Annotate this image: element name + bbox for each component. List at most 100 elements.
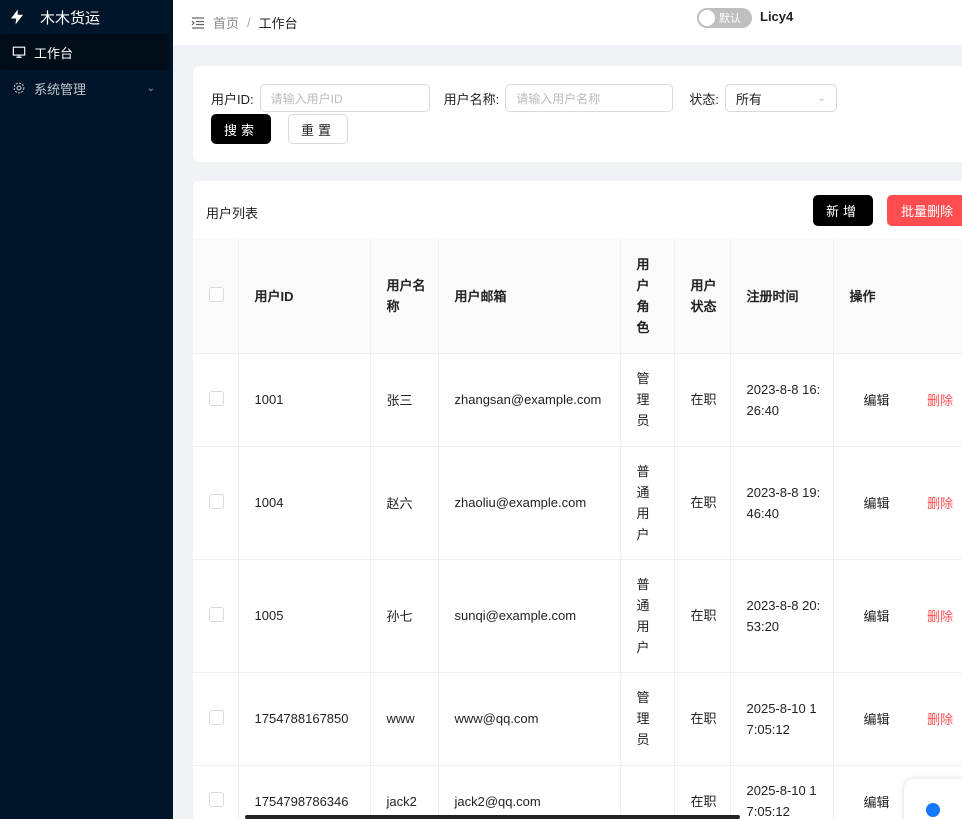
search-form-card: 用户ID: 请输入用户ID 用户名称: 请输入用户名称 状态: 所有 ⌄ 搜索 … [193, 66, 962, 162]
table-row: 1005 孙七 sunqi@example.com 普通用户 在职 2023-8… [193, 559, 962, 673]
row-select-cell [193, 765, 239, 819]
cell-actions: 编辑 删除 [833, 559, 962, 673]
chevron-down-icon: ⌄ [817, 92, 826, 104]
menu-fold-icon[interactable] [191, 16, 205, 30]
status-select-value: 所有 [735, 91, 762, 107]
column-header: 用户状态 [674, 239, 731, 354]
table-row: 1004 赵六 zhaoliu@example.com 普通用户 在职 2023… [193, 446, 962, 560]
table-row: 1754798786346 jack2 jack2@qq.com 在职 2025… [193, 765, 962, 819]
floating-assistant-widget[interactable] [904, 779, 962, 819]
cell-user-status: 在职 [674, 353, 731, 447]
gear-icon [13, 82, 25, 94]
delete-button[interactable]: 删除 [927, 496, 953, 511]
cell-register-time: 2023-8-8 19:46:40 [730, 446, 834, 560]
lightning-icon [11, 9, 23, 25]
breadcrumb-current: 工作台 [258, 16, 298, 31]
cell-user-role: 管理员 [620, 672, 675, 766]
cell-user-name: 赵六 [370, 446, 439, 560]
cell-user-id: 1754798786346 [238, 765, 371, 819]
add-button[interactable]: 新增 [813, 195, 873, 226]
cell-user-role: 普通用户 [620, 559, 675, 673]
row-select-cell [193, 446, 239, 560]
cell-user-status: 在职 [674, 765, 731, 819]
cell-user-status: 在职 [674, 672, 731, 766]
column-header: 用户ID [238, 239, 371, 354]
cell-register-time: 2023-8-8 20:53:20 [730, 559, 834, 673]
username-input[interactable]: 请输入用户名称 [505, 84, 674, 112]
cell-user-name: 张三 [370, 353, 439, 447]
select-all-checkbox[interactable] [209, 286, 224, 302]
cell-register-time: 2023-8-8 16:26:40 [730, 353, 834, 447]
row-select-cell [193, 353, 239, 447]
cell-user-status: 在职 [674, 446, 731, 560]
cell-user-email: zhangsan@example.com [438, 353, 621, 447]
status-label: 状态: [689, 91, 719, 107]
status-select[interactable]: 所有 ⌄ [724, 84, 837, 112]
column-header: 用户角色 [620, 239, 675, 354]
sidebar-item-label: 系统管理 [34, 81, 87, 97]
user-name[interactable]: Licy4 [760, 9, 793, 24]
switch-knob [699, 10, 715, 26]
chevron-down-icon: ⌄ [146, 82, 155, 94]
edit-button[interactable]: 编辑 [864, 795, 890, 810]
edit-button[interactable]: 编辑 [864, 712, 890, 727]
column-header: 操作 [833, 239, 962, 354]
row-checkbox[interactable] [209, 606, 224, 622]
column-header: 用户邮箱 [438, 239, 621, 354]
row-select-cell [193, 672, 239, 766]
cell-user-name: jack2 [370, 765, 439, 819]
desktop-icon [12, 46, 26, 58]
delete-button[interactable]: 删除 [927, 712, 953, 727]
userid-input[interactable]: 请输入用户ID [259, 84, 430, 112]
breadcrumb-home[interactable]: 首页 [213, 13, 239, 32]
top-header: 首页 / 工作台 [173, 0, 962, 45]
sidebar-item-workbench[interactable]: 工作台 [0, 34, 169, 70]
cell-user-id: 1004 [238, 446, 371, 560]
cell-user-role: 管理员 [620, 353, 675, 447]
row-checkbox[interactable] [209, 792, 224, 807]
cell-register-time: 2025-8-10 17:05:12 [730, 765, 834, 819]
cell-user-email: jack2@qq.com [438, 765, 621, 819]
column-header: 用户名称 [370, 239, 439, 354]
search-form-row: 用户ID: 请输入用户ID 用户名称: 请输入用户名称 状态: 所有 ⌄ [211, 84, 837, 112]
cell-user-email: sunqi@example.com [438, 559, 621, 673]
edit-button[interactable]: 编辑 [864, 496, 890, 511]
column-header: 注册时间 [730, 239, 834, 354]
cell-actions: 编辑 删除 [833, 353, 962, 447]
bulk-delete-button[interactable]: 批量删除 [887, 195, 962, 226]
delete-button[interactable]: 删除 [927, 393, 953, 408]
table-row: 1001 张三 zhangsan@example.com 管理员 在职 2023… [193, 353, 962, 447]
cell-user-email: www@qq.com [438, 672, 621, 766]
sidebar: 木木货运 工作台 系统管理 ⌄ [0, 0, 173, 819]
horizontal-scrollbar[interactable] [245, 815, 740, 819]
row-checkbox[interactable] [209, 390, 224, 406]
cell-user-id: 1005 [238, 559, 371, 673]
edit-button[interactable]: 编辑 [864, 609, 890, 624]
search-button[interactable]: 搜索 [211, 114, 271, 144]
delete-button[interactable]: 删除 [927, 609, 953, 624]
row-checkbox[interactable] [209, 493, 224, 509]
cell-user-id: 1001 [238, 353, 371, 447]
cell-actions: 编辑 删除 [833, 446, 962, 560]
app-title: 木木货运 [40, 9, 101, 27]
cell-user-id: 1754788167850 [238, 672, 371, 766]
cell-user-name: www [370, 672, 439, 766]
select-all-cell [193, 239, 239, 354]
reset-button[interactable]: 重置 [288, 114, 348, 144]
cell-register-time: 2025-8-10 17:05:12 [730, 672, 834, 766]
edit-button[interactable]: 编辑 [864, 393, 890, 408]
row-checkbox[interactable] [209, 709, 224, 725]
user-table: 用户ID 用户名称 用户邮箱 用户角色 用户状态 注册时间 操作 1001 张三… [193, 239, 962, 819]
table-row: 1754788167850 www www@qq.com 管理员 在职 2025… [193, 672, 962, 766]
userid-label: 用户ID: [211, 91, 254, 107]
table-title: 用户列表 [206, 206, 259, 221]
cell-actions: 编辑 删除 [833, 672, 962, 766]
breadcrumb-separator: / [247, 15, 251, 30]
cell-user-email: zhaoliu@example.com [438, 446, 621, 560]
theme-switch-label: 默认 [719, 13, 741, 25]
sidebar-item-system-management[interactable]: 系统管理 ⌄ [0, 70, 173, 106]
table-header-row: 用户ID 用户名称 用户邮箱 用户角色 用户状态 注册时间 操作 [193, 239, 962, 354]
user-table-card: 用户列表 新增 批量删除 用户ID 用户名称 用户邮箱 用户角色 用户状态 注册… [193, 181, 962, 819]
theme-switch[interactable]: 默认 [697, 8, 752, 28]
cell-user-name: 孙七 [370, 559, 439, 673]
